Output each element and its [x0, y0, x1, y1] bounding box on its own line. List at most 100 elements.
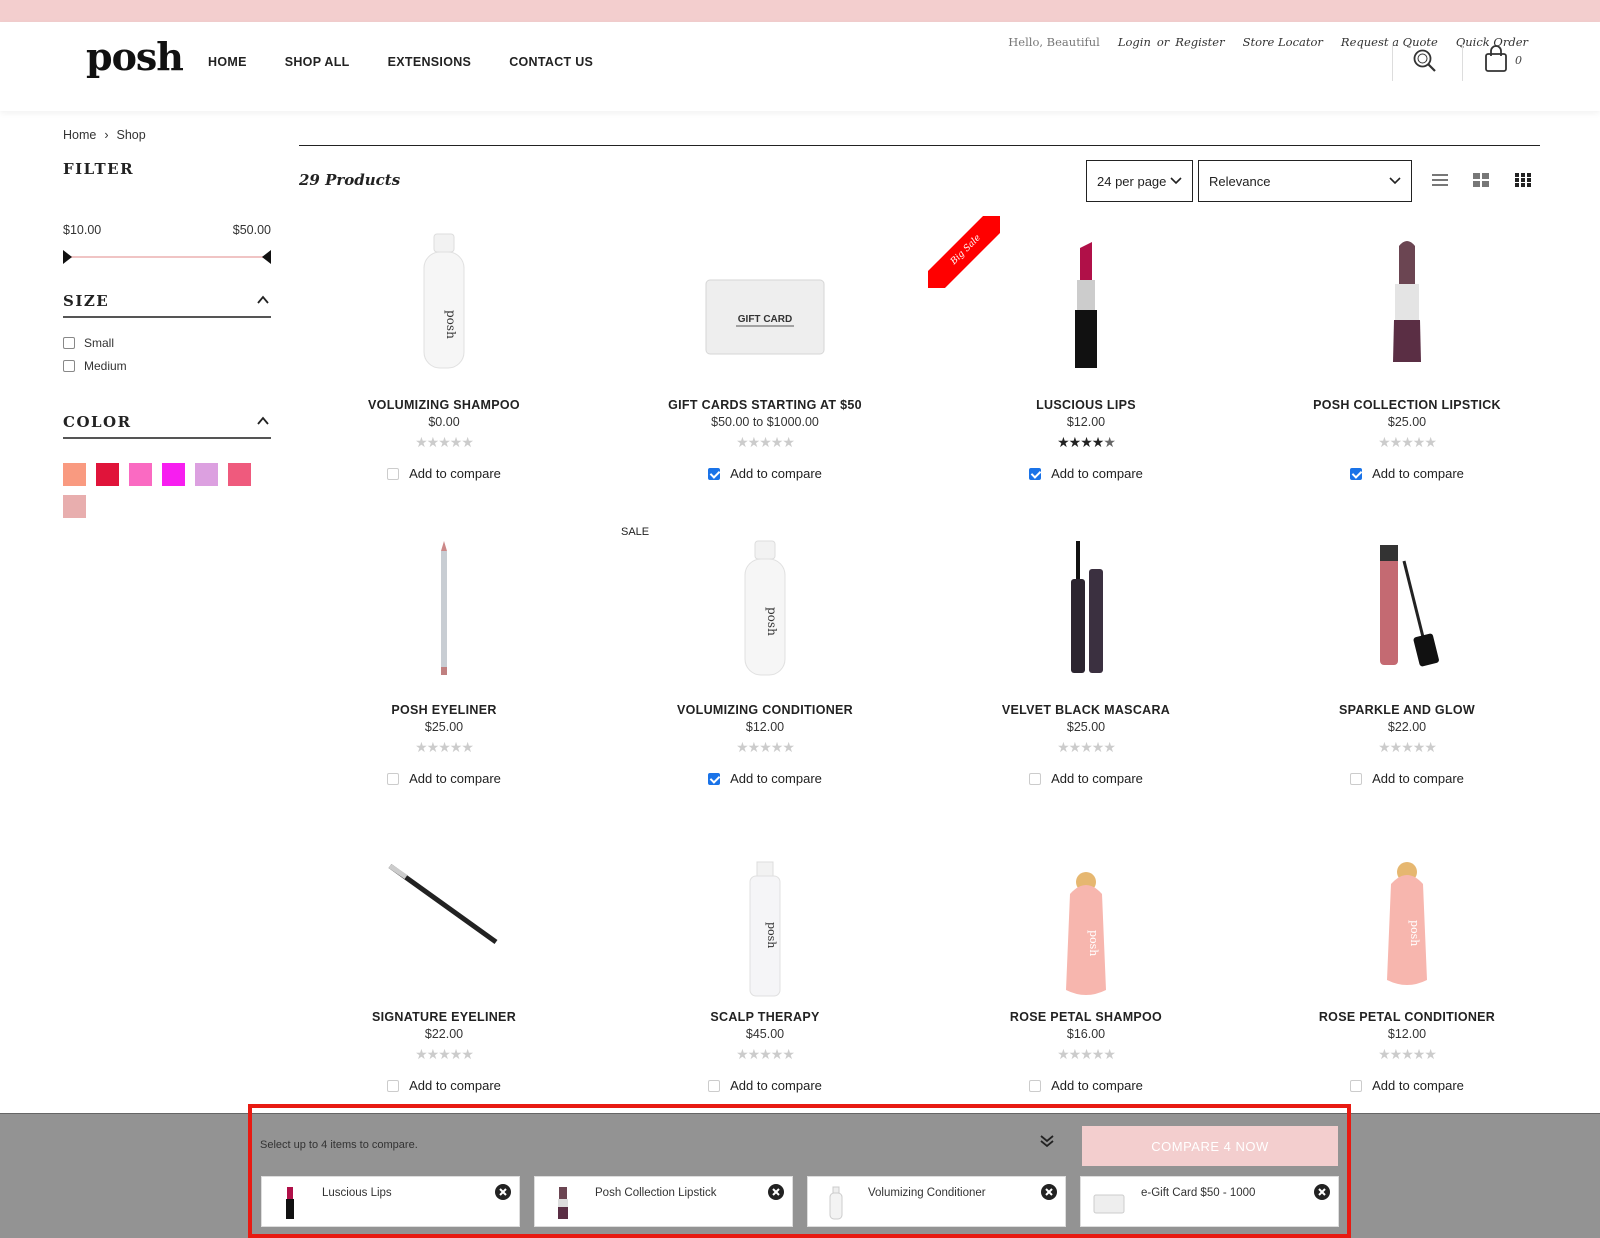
list-view-icon[interactable] — [1431, 172, 1449, 188]
add-to-compare[interactable]: Add to compare — [1277, 771, 1537, 786]
product-name[interactable]: LUSCIOUS LIPS — [956, 398, 1216, 412]
add-to-compare[interactable]: Add to compare — [314, 771, 574, 786]
product-image[interactable]: posh — [1377, 860, 1437, 995]
remove-icon[interactable] — [1041, 1184, 1057, 1200]
add-to-compare[interactable]: Add to compare — [956, 771, 1216, 786]
add-to-compare[interactable]: Add to compare — [956, 1078, 1216, 1093]
product-card[interactable]: SPARKLE AND GLOW $22.00 ★ ★ ★ ★ ★ Add to compar… — [1277, 525, 1537, 795]
product-image[interactable] — [1372, 541, 1442, 676]
compare-checkbox[interactable] — [387, 467, 400, 480]
compare-checkbox[interactable] — [708, 1079, 721, 1092]
product-name[interactable]: VELVET BLACK MASCARA — [956, 703, 1216, 717]
product-image[interactable] — [429, 539, 459, 684]
compare-checkbox[interactable] — [708, 467, 721, 480]
price-slider-min-handle[interactable] — [63, 250, 72, 264]
sort-select[interactable]: Relevance — [1198, 160, 1412, 202]
product-image[interactable] — [384, 860, 504, 955]
product-name[interactable]: VOLUMIZING CONDITIONER — [635, 703, 895, 717]
add-to-compare[interactable]: Add to compare — [635, 771, 895, 786]
chevron-up-icon[interactable] — [257, 415, 269, 427]
remove-icon[interactable] — [1314, 1184, 1330, 1200]
compare-checkbox[interactable] — [387, 772, 400, 785]
color-swatch[interactable] — [228, 463, 251, 486]
compare-checkbox[interactable] — [387, 1079, 400, 1092]
add-to-compare[interactable]: Add to compare — [1277, 1078, 1537, 1093]
compare-checkbox[interactable] — [1350, 772, 1363, 785]
add-to-compare[interactable]: Add to compare — [314, 466, 574, 481]
product-card[interactable]: posh SCALP THERAPY $45.00 ★ ★ ★ ★ ★ Add to compa… — [635, 832, 895, 1102]
product-image[interactable] — [1061, 539, 1111, 684]
nav-home[interactable]: HOME — [208, 55, 247, 69]
request-quote-link[interactable]: Request a Quote — [1341, 35, 1438, 49]
compare-checkbox[interactable] — [1029, 772, 1042, 785]
compare-checkbox[interactable] — [1029, 467, 1042, 480]
product-card[interactable]: posh ROSE PETAL SHAMPOO $16.00 ★ ★ ★ ★ ★ Add to … — [956, 832, 1216, 1102]
dense-grid-view-icon[interactable] — [1514, 172, 1532, 188]
add-to-compare[interactable]: Add to compare — [635, 466, 895, 481]
product-image[interactable] — [1066, 240, 1106, 375]
nav-extensions[interactable]: EXTENSIONS — [388, 55, 472, 69]
compare-checkbox[interactable] — [1350, 467, 1363, 480]
nav-contact-us[interactable]: CONTACT US — [509, 55, 593, 69]
product-card[interactable]: VELVET BLACK MASCARA $25.00 ★ ★ ★ ★ ★ Add to co… — [956, 525, 1216, 795]
color-swatch[interactable] — [195, 463, 218, 486]
product-card[interactable]: SIGNATURE EYELINER $22.00 ★ ★ ★ ★ ★ Add to comp… — [314, 832, 574, 1102]
size-option-medium[interactable]: Medium — [63, 359, 127, 373]
search-icon[interactable] — [1412, 48, 1438, 74]
remove-icon[interactable] — [768, 1184, 784, 1200]
compare-checkbox[interactable] — [708, 772, 721, 785]
product-name[interactable]: POSH COLLECTION LIPSTICK — [1277, 398, 1537, 412]
per-page-select[interactable]: 24 per page — [1086, 160, 1193, 202]
add-to-compare[interactable]: Add to compare — [635, 1078, 895, 1093]
product-name[interactable]: ROSE PETAL SHAMPOO — [956, 1010, 1216, 1024]
product-card[interactable]: GIFT CARD GIFT CARDS STARTING AT $50 $50.0… — [635, 220, 895, 490]
product-image[interactable]: posh — [414, 232, 474, 377]
product-name[interactable]: ROSE PETAL CONDITIONER — [1277, 1010, 1537, 1024]
price-slider-max-handle[interactable] — [262, 250, 271, 264]
color-swatch[interactable] — [129, 463, 152, 486]
compare-now-button[interactable]: COMPARE 4 NOW — [1082, 1126, 1338, 1166]
register-link[interactable]: Register — [1175, 35, 1224, 49]
product-image[interactable]: GIFT CARD — [700, 272, 830, 367]
product-image[interactable]: posh — [735, 539, 795, 684]
login-link[interactable]: Login — [1118, 35, 1151, 49]
add-to-compare[interactable]: Add to compare — [314, 1078, 574, 1093]
site-logo[interactable]: posh — [86, 34, 184, 79]
product-card[interactable]: posh ROSE PETAL CONDITIONER $12.00 ★ ★ ★ ★ ★ Add… — [1277, 832, 1537, 1102]
store-locator-link[interactable]: Store Locator — [1243, 35, 1323, 49]
size-facet-header[interactable]: SIZE — [63, 288, 271, 318]
color-swatch[interactable] — [162, 463, 185, 486]
grid-view-icon[interactable] — [1472, 172, 1490, 188]
compare-checkbox[interactable] — [1350, 1079, 1363, 1092]
product-card[interactable]: POSH EYELINER $25.00 ★ ★ ★ ★ ★ Add to compare — [314, 525, 574, 795]
product-name[interactable]: SIGNATURE EYELINER — [314, 1010, 574, 1024]
nav-shop-all[interactable]: SHOP ALL — [285, 55, 350, 69]
color-swatch[interactable] — [96, 463, 119, 486]
shopping-bag-icon[interactable] — [1484, 45, 1508, 73]
product-name[interactable]: POSH EYELINER — [314, 703, 574, 717]
price-slider-track[interactable] — [67, 256, 267, 258]
color-facet-header[interactable]: COLOR — [63, 409, 271, 439]
color-swatch[interactable] — [63, 463, 86, 486]
product-name[interactable]: SCALP THERAPY — [635, 1010, 895, 1024]
double-chevron-down-icon[interactable] — [1040, 1134, 1054, 1148]
product-image[interactable]: posh — [1056, 870, 1116, 1005]
product-name[interactable]: GIFT CARDS STARTING AT $50 — [635, 398, 895, 412]
product-image[interactable]: posh — [740, 860, 790, 1005]
product-card[interactable]: posh VOLUMIZING CONDITIONER $12.00 ★ ★ ★ ★ ★ Add… — [635, 525, 895, 795]
add-to-compare[interactable]: Add to compare — [1277, 466, 1537, 481]
size-small-checkbox[interactable] — [63, 337, 75, 349]
breadcrumb-home[interactable]: Home — [63, 128, 96, 142]
product-name[interactable]: SPARKLE AND GLOW — [1277, 703, 1537, 717]
product-image[interactable] — [1377, 236, 1437, 371]
size-medium-checkbox[interactable] — [63, 360, 75, 372]
color-swatch[interactable] — [63, 495, 86, 518]
product-name[interactable]: VOLUMIZING SHAMPOO — [314, 398, 574, 412]
remove-icon[interactable] — [495, 1184, 511, 1200]
product-card[interactable]: posh VOLUMIZING SHAMPOO $0.00 ★ ★ ★ ★ ★ Add to c… — [314, 220, 574, 490]
product-card[interactable]: POSH COLLECTION LIPSTICK $25.00 ★ ★ ★ ★ ★ Add t… — [1277, 220, 1537, 490]
compare-checkbox[interactable] — [1029, 1079, 1042, 1092]
chevron-up-icon[interactable] — [257, 294, 269, 306]
size-option-small[interactable]: Small — [63, 336, 114, 350]
add-to-compare[interactable]: Add to compare — [956, 466, 1216, 481]
